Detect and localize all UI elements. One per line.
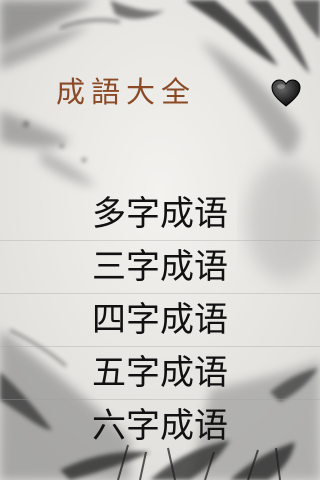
menu-item-three-char[interactable]: 三字成语 bbox=[0, 241, 320, 294]
menu-item-five-char[interactable]: 五字成语 bbox=[0, 347, 320, 400]
menu-item-label: 多字成语 bbox=[92, 194, 228, 234]
menu-item-label: 三字成语 bbox=[92, 247, 228, 287]
menu-item-four-char[interactable]: 四字成语 bbox=[0, 294, 320, 347]
menu-item-six-char[interactable]: 六字成语 bbox=[0, 400, 320, 452]
menu-item-label: 五字成语 bbox=[92, 353, 228, 393]
app-header: 成語大全 bbox=[0, 70, 320, 116]
heart-icon bbox=[271, 79, 301, 107]
favorites-button[interactable] bbox=[270, 78, 302, 108]
menu-item-label: 四字成语 bbox=[92, 300, 228, 340]
menu-item-multi-char[interactable]: 多字成语 bbox=[0, 188, 320, 241]
category-menu: 多字成语 三字成语 四字成语 五字成语 六字成语 bbox=[0, 188, 320, 452]
app-title: 成語大全 bbox=[56, 75, 197, 109]
menu-item-label: 六字成语 bbox=[92, 406, 228, 446]
